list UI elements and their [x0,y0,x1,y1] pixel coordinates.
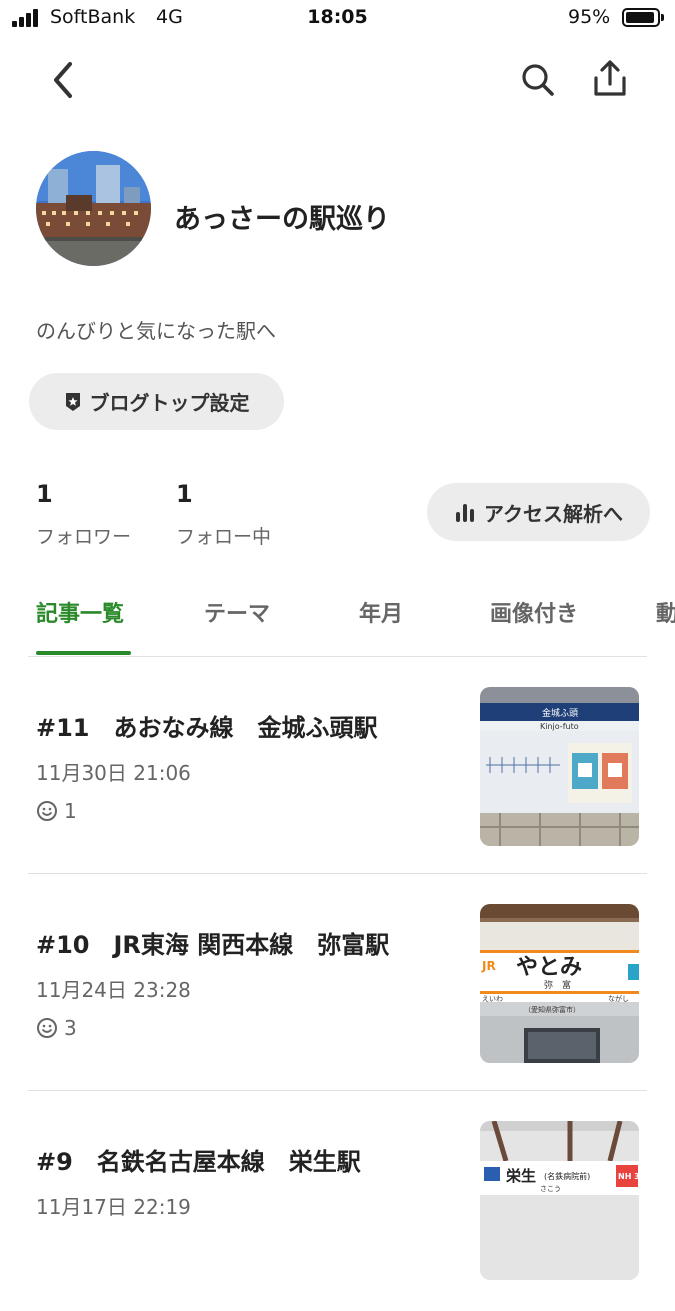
blog-avatar[interactable] [36,151,151,266]
shield-star-icon [65,392,80,411]
svg-text:弥 富: 弥 富 [544,979,571,991]
share-icon [594,60,626,96]
station-sign-photo: 栄生 (名鉄病院前) さこう NH 37 [480,1121,639,1280]
back-icon [54,62,72,98]
tab-themes[interactable]: テーマ [204,596,270,628]
article-divider [28,1090,647,1091]
following-stat[interactable]: 1 フォロー中 [176,480,271,549]
active-tab-indicator [36,651,131,655]
followers-label: フォロワー [36,526,132,548]
svg-text:(名鉄病院前): (名鉄病院前) [544,1171,590,1181]
tab-with-images[interactable]: 画像付き [490,596,578,628]
article-thumbnail: 栄生 (名鉄病院前) さこう NH 37 [480,1121,639,1280]
access-analytics-button[interactable]: アクセス解析へ [427,483,650,541]
svg-text:（愛知県弥富市）: （愛知県弥富市） [524,1005,580,1014]
article-title: #10 JR東海 関西本線 弥富駅 [36,931,390,959]
reaction-count: 1 [64,799,77,823]
svg-text:やとみ: やとみ [516,955,582,980]
blog-description: のんびりと気になった駅へ [36,319,276,343]
tab-videos[interactable]: 動 [656,596,675,628]
station-sign-photo: JR やとみ 弥 富 えいわ ながし （愛知県弥富市） [480,904,639,1063]
following-label: フォロー中 [176,526,272,548]
article-title: #11 あおなみ線 金城ふ頭駅 [36,714,378,742]
article-item[interactable]: #11 あおなみ線 金城ふ頭駅 11月30日 21:06 1 金城ふ頭 Kinj… [0,660,675,877]
station-sign-photo: 金城ふ頭 Kinjo-futo [480,687,639,846]
tab-articles[interactable]: 記事一覧 [36,596,124,628]
svg-text:栄生: 栄生 [505,1167,536,1185]
tab-year-month[interactable]: 年月 [359,596,403,628]
battery-icon [622,8,664,27]
svg-text:JR: JR [481,959,496,973]
svg-text:金城ふ頭: 金城ふ頭 [542,707,578,719]
battery-percent: 95% [568,6,611,28]
article-date: 11月17日 22:19 [36,1195,191,1219]
search-icon [522,64,554,96]
settings-button-label: ブログトップ設定 [89,391,250,415]
smiley-icon [37,1018,57,1038]
search-button[interactable] [518,60,558,100]
article-thumbnail: 金城ふ頭 Kinjo-futo [480,687,639,846]
article-title: #9 名鉄名古屋本線 栄生駅 [36,1148,361,1176]
followers-count: 1 [36,480,53,508]
blog-title: あっさーの駅巡り [174,204,390,235]
article-thumbnail: JR やとみ 弥 富 えいわ ながし （愛知県弥富市） [480,904,639,1063]
svg-text:NH 37: NH 37 [618,1172,639,1181]
tabs-divider [28,656,647,657]
avatar-image [36,151,151,266]
back-button[interactable] [46,58,82,102]
svg-text:えいわ: えいわ [482,995,503,1003]
following-count: 1 [176,480,193,508]
svg-text:さこう: さこう [540,1185,561,1193]
svg-text:ながし: ながし [608,994,629,1003]
article-reactions: 1 [36,799,77,823]
article-item[interactable]: #10 JR東海 関西本線 弥富駅 11月24日 23:28 3 JR やとみ … [0,877,675,1094]
article-divider [28,873,647,874]
article-reactions: 3 [36,1016,77,1040]
bar-chart-icon [456,504,474,522]
reaction-count: 3 [64,1016,77,1040]
article-date: 11月24日 23:28 [36,978,191,1002]
blog-top-settings-button[interactable]: ブログトップ設定 [29,373,284,430]
smiley-icon [37,801,57,821]
article-date: 11月30日 21:06 [36,761,191,785]
share-button[interactable] [590,58,630,100]
svg-text:Kinjo-futo: Kinjo-futo [540,722,579,731]
status-bar: SoftBank 4G 18:05 95% [0,0,675,38]
article-item[interactable]: #9 名鉄名古屋本線 栄生駅 11月17日 22:19 栄生 (名鉄病院前) さ… [0,1094,675,1311]
access-button-label: アクセス解析へ [484,501,623,526]
followers-stat[interactable]: 1 フォロワー [36,480,131,549]
